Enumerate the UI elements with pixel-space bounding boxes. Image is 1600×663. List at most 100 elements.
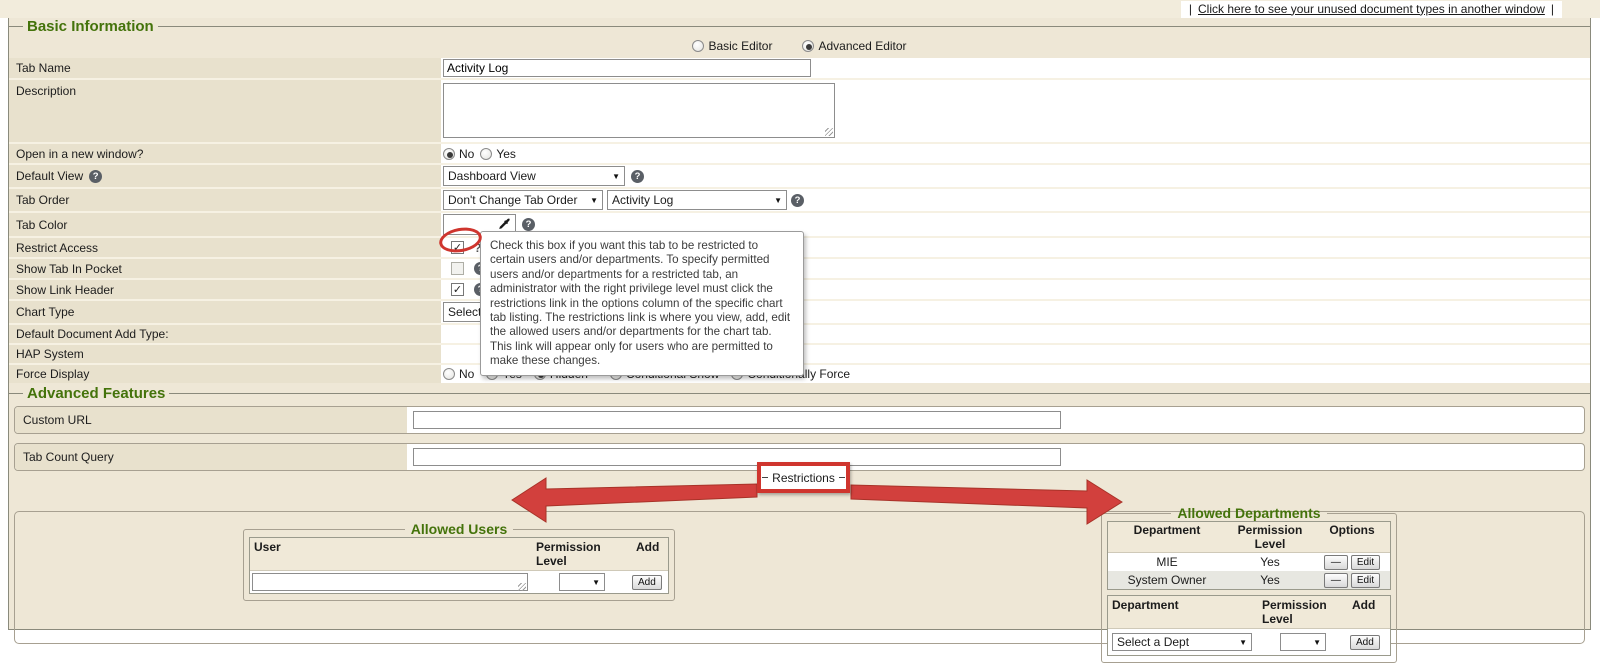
help-icon[interactable]: ?	[89, 170, 102, 183]
department-name: MIE	[1108, 555, 1226, 569]
radio-selected-icon[interactable]	[443, 148, 455, 160]
allowed-departments-header-row: Department Permission Level Options	[1108, 522, 1390, 553]
description-label: Description	[9, 80, 441, 142]
add-column-header: Add	[632, 538, 668, 570]
tab-color-label: Tab Color	[9, 213, 441, 236]
force-display-no-radio[interactable]: No	[443, 367, 474, 381]
top-bar: | Click here to see your unused document…	[0, 0, 1600, 18]
custom-url-input[interactable]	[413, 411, 1061, 429]
allowed-departments-legend: Allowed Departments	[1171, 505, 1326, 521]
link-delimiter: |	[1551, 2, 1554, 16]
description-textarea[interactable]	[443, 83, 835, 138]
tab-order-target-select[interactable]: Activity Log ▼	[607, 190, 787, 210]
unused-doc-types-link-wrap: | Click here to see your unused document…	[1181, 1, 1562, 18]
basic-information-legend: Basic Information	[23, 18, 158, 35]
help-icon[interactable]: ?	[791, 194, 804, 207]
restrictions-callout: Restrictions	[757, 462, 850, 493]
resize-grip-icon[interactable]	[825, 128, 833, 136]
open-new-window-no-radio[interactable]: No	[443, 147, 474, 161]
edit-department-button[interactable]: Edit	[1351, 555, 1380, 570]
add-department-input-row: Select a Dept ▼ ▼ Add	[1108, 629, 1390, 655]
option-label: No	[459, 367, 474, 381]
editor-mode-row: Basic Editor Advanced Editor	[9, 36, 1590, 56]
allowed-users-header-row: User Permission Level Add	[250, 538, 668, 571]
dash-decoration	[839, 477, 845, 478]
custom-url-label: Custom URL	[15, 407, 407, 433]
default-view-value: Dashboard View	[448, 169, 536, 183]
restrictions-panel: Allowed Users User Permission Level Add	[14, 511, 1585, 644]
hap-system-label: HAP System	[9, 345, 441, 363]
chart-type-label: Chart Type	[9, 301, 441, 323]
remove-department-button[interactable]: —	[1324, 573, 1348, 588]
restrict-access-checkbox[interactable]: ✓	[451, 241, 464, 254]
show-tab-in-pocket-checkbox[interactable]	[451, 262, 464, 275]
help-icon[interactable]: ?	[522, 218, 535, 231]
advanced-editor-radio[interactable]: Advanced Editor	[802, 39, 906, 53]
allowed-users-table: User Permission Level Add ▼	[249, 537, 669, 594]
basic-editor-label: Basic Editor	[708, 39, 772, 53]
show-link-header-checkbox[interactable]: ✓	[451, 283, 464, 296]
chevron-down-icon: ▼	[1239, 638, 1247, 647]
advanced-editor-label: Advanced Editor	[818, 39, 906, 53]
user-permission-select[interactable]: ▼	[559, 573, 605, 591]
tab-order-mode-value: Don't Change Tab Order	[448, 193, 577, 207]
default-document-add-type-label: Default Document Add Type:	[9, 325, 441, 343]
chevron-down-icon: ▼	[1313, 638, 1321, 647]
allowed-users-input-row: ▼ Add	[250, 571, 668, 593]
add-user-button[interactable]: Add	[632, 575, 662, 590]
radio-icon[interactable]	[692, 40, 704, 52]
user-search-input[interactable]	[252, 573, 528, 591]
open-new-window-label: Open in a new window?	[9, 144, 441, 163]
department-row-system-owner: System Owner Yes — Edit	[1108, 571, 1390, 589]
unused-document-types-link[interactable]: Click here to see your unused document t…	[1198, 2, 1545, 16]
default-view-label: Default View	[16, 169, 83, 183]
edit-department-button[interactable]: Edit	[1351, 573, 1380, 588]
remove-department-button[interactable]: —	[1324, 555, 1348, 570]
department-select-value: Select a Dept	[1117, 635, 1189, 649]
allowed-departments-table: Department Permission Level Options MIE …	[1107, 521, 1391, 590]
radio-icon[interactable]	[480, 148, 492, 160]
chevron-down-icon: ▼	[612, 172, 620, 181]
department-permission-select[interactable]: ▼	[1280, 633, 1326, 651]
allowed-departments-fieldset: Allowed Departments Department Permissio…	[1101, 505, 1397, 663]
tab-count-query-label: Tab Count Query	[15, 444, 407, 470]
custom-url-row: Custom URL	[14, 406, 1585, 434]
default-view-select[interactable]: Dashboard View ▼	[443, 166, 625, 186]
show-tab-in-pocket-label: Show Tab In Pocket	[9, 259, 441, 278]
force-display-label: Force Display	[9, 365, 441, 383]
department-select[interactable]: Select a Dept ▼	[1112, 633, 1252, 651]
tab-count-query-input[interactable]	[413, 448, 1061, 466]
open-new-window-yes-radio[interactable]: Yes	[480, 147, 516, 161]
chevron-down-icon: ▼	[774, 196, 782, 205]
restrict-access-label: Restrict Access	[9, 238, 441, 257]
tab-name-input[interactable]	[443, 59, 811, 77]
eyedropper-icon[interactable]	[498, 218, 511, 231]
permission-level-column-header: Permission Level	[532, 538, 632, 570]
tab-order-label: Tab Order	[9, 189, 441, 211]
resize-grip-icon[interactable]	[518, 583, 526, 591]
permission-value: Yes	[1226, 555, 1314, 569]
default-view-row: Default View ? Dashboard View ▼ ?	[9, 165, 1590, 189]
add-column-header: Add	[1348, 596, 1390, 628]
permission-level-column-header: Permission Level	[1226, 522, 1314, 552]
tab-name-row: Tab Name	[9, 58, 1590, 80]
allowed-users-legend: Allowed Users	[405, 521, 513, 537]
no-label: No	[459, 147, 474, 161]
add-department-table: Department Permission Level Add Select a…	[1107, 595, 1391, 656]
user-column-header: User	[250, 538, 532, 570]
add-department-button[interactable]: Add	[1350, 635, 1380, 650]
radio-selected-icon[interactable]	[802, 40, 814, 52]
chevron-down-icon: ▼	[592, 578, 600, 587]
add-department-header-row: Department Permission Level Add	[1108, 596, 1390, 629]
yes-label: Yes	[496, 147, 516, 161]
basic-editor-radio[interactable]: Basic Editor	[692, 39, 772, 53]
restrictions-callout-label: Restrictions	[772, 471, 835, 485]
tab-order-mode-select[interactable]: Don't Change Tab Order ▼	[443, 190, 603, 210]
help-icon[interactable]: ?	[631, 170, 644, 183]
chart-type-value: Select	[448, 305, 481, 319]
radio-icon[interactable]	[443, 368, 455, 380]
tab-order-target-value: Activity Log	[612, 193, 673, 207]
open-new-window-row: Open in a new window? No Yes	[9, 144, 1590, 165]
tab-order-row: Tab Order Don't Change Tab Order ▼ Activ…	[9, 189, 1590, 213]
options-column-header: Options	[1314, 522, 1390, 552]
